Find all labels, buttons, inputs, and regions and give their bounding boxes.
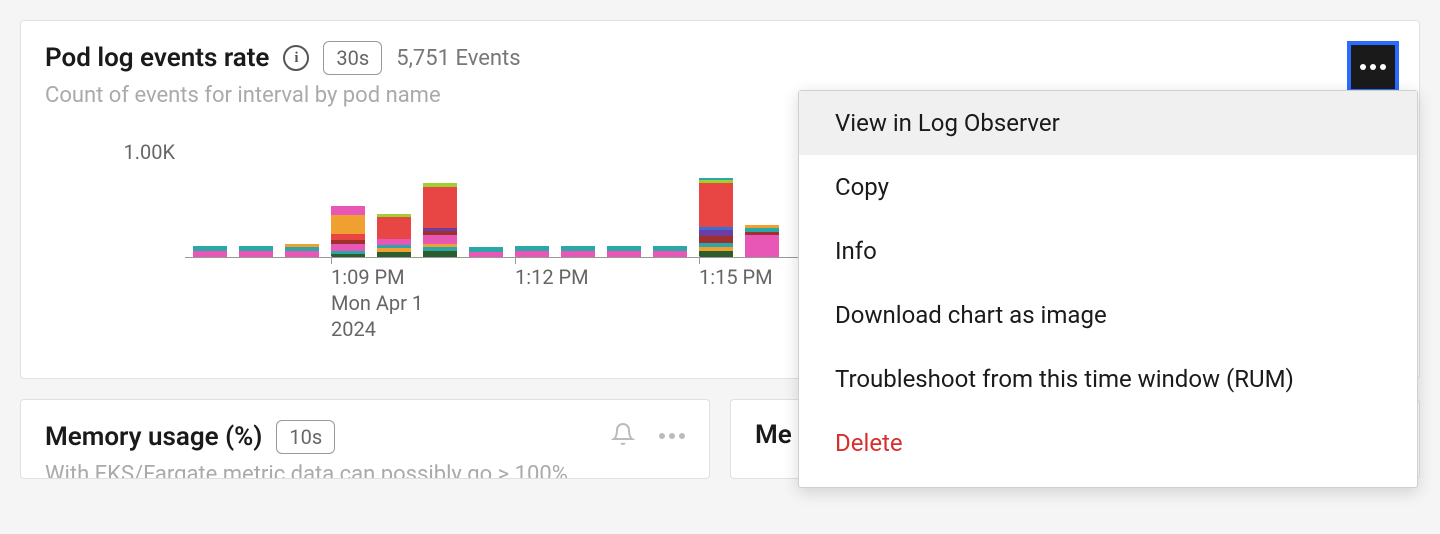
chart-bar[interactable] <box>377 214 411 257</box>
bar-segment <box>515 251 549 258</box>
bar-segment <box>561 251 595 258</box>
bar-segment <box>331 206 365 215</box>
interval-badge[interactable]: 30s <box>323 41 382 75</box>
panel-actions <box>611 422 685 450</box>
chart-bar[interactable] <box>699 178 733 257</box>
chart-bar[interactable] <box>653 246 687 257</box>
menu-item[interactable]: Copy <box>799 155 1417 219</box>
bar-segment <box>285 251 319 258</box>
x-tick: 1:09 PMMon Apr 12024 <box>331 264 423 342</box>
bar-segment <box>331 215 365 235</box>
chart-bar[interactable] <box>745 225 779 257</box>
bar-segment <box>607 251 641 258</box>
x-tick: 1:15 PM <box>699 264 773 290</box>
menu-item[interactable]: Troubleshoot from this time window (RUM) <box>799 347 1417 411</box>
info-icon[interactable]: i <box>283 45 309 71</box>
menu-item[interactable]: Download chart as image <box>799 283 1417 347</box>
x-tick: 1:12 PM <box>515 264 589 290</box>
chart-bar[interactable] <box>193 246 227 257</box>
chart-bar[interactable] <box>285 244 319 257</box>
menu-item[interactable]: Info <box>799 219 1417 283</box>
x-tick-label: 1:12 PM <box>515 264 589 290</box>
bar-segment <box>331 254 365 257</box>
x-tick-label: 1:15 PM <box>699 264 773 290</box>
chart-bar[interactable] <box>331 206 365 257</box>
bell-icon[interactable] <box>611 422 635 450</box>
bar-segment <box>469 252 503 257</box>
interval-badge[interactable]: 10s <box>276 420 335 454</box>
bar-segment <box>653 251 687 258</box>
chart-bar[interactable] <box>561 246 595 257</box>
more-options-icon[interactable] <box>659 433 685 439</box>
panel-title: Pod log events rate <box>45 43 269 73</box>
chart-bar[interactable] <box>515 246 549 257</box>
bar-segment <box>193 251 227 258</box>
panel-title-cutoff: Me <box>755 420 792 450</box>
bar-segment <box>699 251 733 258</box>
context-menu: View in Log ObserverCopyInfoDownload cha… <box>798 90 1418 488</box>
bar-segment <box>239 251 273 258</box>
menu-item[interactable]: Delete <box>799 411 1417 475</box>
panel-subtitle-cutoff: With EKS/Fargate metric data can possibl… <box>45 462 685 479</box>
chart-bar[interactable] <box>239 246 273 257</box>
chart-bar[interactable] <box>469 247 503 257</box>
bottom-panel-header: Memory usage (%) 10s <box>45 420 685 454</box>
bar-segment <box>699 183 733 226</box>
y-axis: 1.00K <box>45 128 175 164</box>
chart-bar[interactable] <box>607 246 641 257</box>
y-tick-label: 1.00K <box>45 140 175 164</box>
bar-segment <box>423 235 457 244</box>
memory-usage-panel: Memory usage (%) 10s With EKS/Fargate me… <box>20 399 710 479</box>
chart-bar[interactable] <box>423 183 457 257</box>
menu-item[interactable]: View in Log Observer <box>799 91 1417 155</box>
memory-usage-title: Memory usage (%) <box>45 422 262 452</box>
event-count: 5,751 Events <box>396 46 520 71</box>
bar-segment <box>377 252 411 257</box>
bar-segment <box>377 217 411 239</box>
x-tick-sublabel: Mon Apr 1 <box>331 290 423 316</box>
more-options-button[interactable] <box>1347 41 1399 93</box>
panel-header: Pod log events rate i 30s 5,751 Events <box>45 41 1395 75</box>
bar-segment <box>423 187 457 228</box>
bar-segment <box>423 251 457 258</box>
x-tick-sublabel: 2024 <box>331 316 423 342</box>
x-tick-label: 1:09 PM <box>331 264 423 290</box>
bar-segment <box>745 235 779 257</box>
